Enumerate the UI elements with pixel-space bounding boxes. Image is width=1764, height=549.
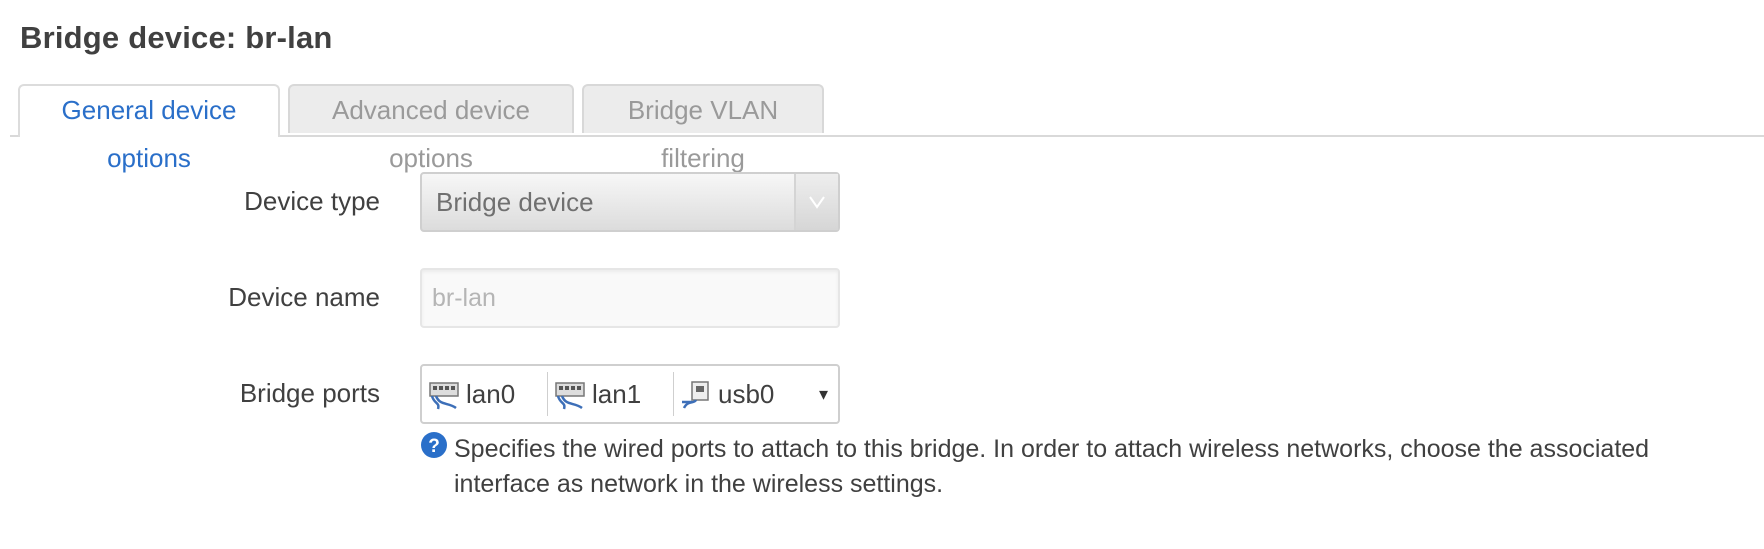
bridge-ports-label: Bridge ports	[239, 378, 380, 408]
port-label: lan0	[466, 379, 516, 409]
usb-port-icon	[682, 381, 709, 409]
dropdown-toggle[interactable]	[794, 174, 838, 230]
ethernet-port-icon	[429, 382, 459, 410]
port-chip-lan1[interactable]: lan1	[548, 366, 672, 422]
port-chip-lan0[interactable]: lan0	[422, 366, 546, 422]
tab-general-device-options[interactable]: General device options	[18, 84, 280, 173]
help-icon: ?	[421, 432, 447, 458]
tab-advanced-device-options[interactable]: Advanced device options	[288, 84, 574, 173]
tab-bar: General device options Advanced device o…	[10, 84, 1764, 173]
bridge-ports-select[interactable]: lan0 lan1 usb0 ▾	[420, 364, 840, 424]
bridge-ports-help-text: Specifies the wired ports to attach to t…	[454, 435, 1650, 498]
tab-bridge-vlan-filtering[interactable]: Bridge VLAN filtering	[582, 84, 824, 173]
device-name-label: Device name	[228, 282, 380, 312]
device-name-field[interactable]: br-lan	[420, 268, 840, 328]
page-title: Bridge device: br-lan	[20, 20, 333, 55]
port-chip-usb0[interactable]: usb0	[674, 366, 798, 422]
device-type-value: Bridge device	[436, 187, 594, 217]
port-label: usb0	[718, 379, 775, 409]
dropdown-caret-icon[interactable]: ▾	[819, 366, 828, 422]
device-type-label: Device type	[244, 186, 380, 216]
ethernet-port-icon	[555, 382, 585, 410]
svg-text:?: ?	[428, 436, 440, 457]
device-type-select[interactable]: Bridge device	[420, 172, 840, 232]
port-label: lan1	[592, 379, 642, 409]
chevron-down-icon	[809, 196, 825, 209]
